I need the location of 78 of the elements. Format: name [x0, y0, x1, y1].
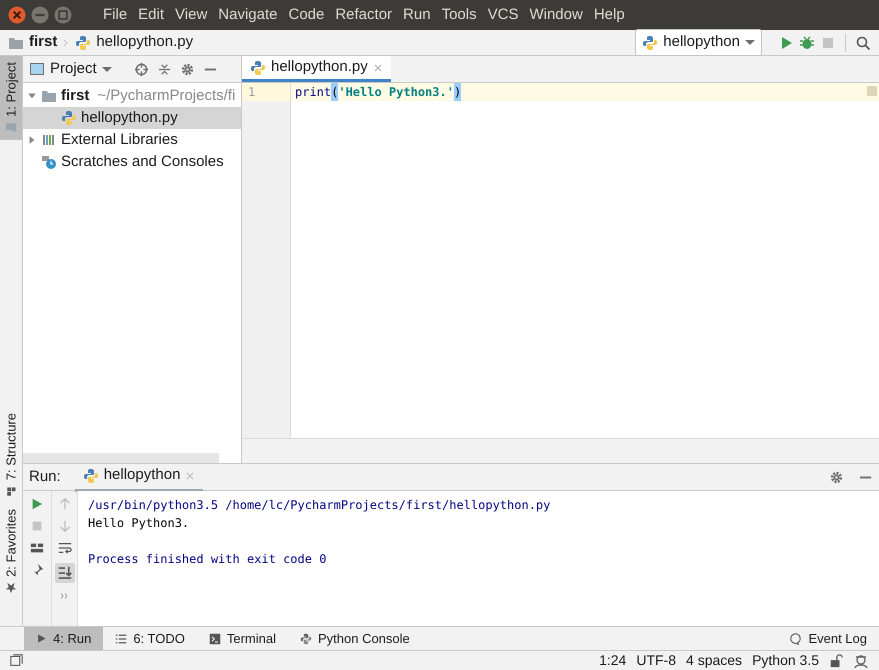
- status-item[interactable]: 1:24: [599, 650, 626, 670]
- panel-toggle-icon[interactable]: [10, 654, 23, 667]
- scratches-icon: [41, 154, 57, 170]
- settings-icon[interactable]: [180, 62, 195, 76]
- list-icon: [115, 632, 128, 644]
- menu-item[interactable]: Tools: [438, 4, 480, 26]
- menu-item[interactable]: Help: [590, 4, 628, 26]
- panel-icon: [29, 61, 45, 77]
- tree-item[interactable]: first ~/PycharmProjects/fi: [23, 85, 241, 107]
- panel-title: Run:: [29, 466, 61, 487]
- menu-item[interactable]: VCS: [484, 4, 522, 26]
- search-icon[interactable]: [855, 34, 871, 50]
- python-file-icon: [61, 110, 77, 126]
- python-icon: [82, 468, 99, 484]
- settings-icon[interactable]: [829, 470, 844, 484]
- python-icon: [642, 34, 658, 50]
- close-icon[interactable]: [372, 62, 383, 72]
- python-icon: [300, 632, 312, 644]
- inspection-marker[interactable]: [867, 86, 877, 96]
- star-icon: [5, 582, 17, 594]
- menu-item[interactable]: Navigate: [215, 4, 280, 26]
- more-icon[interactable]: [60, 591, 70, 601]
- path-hint: ~/PycharmProjects/fi: [97, 86, 236, 106]
- tool-window-button[interactable]: Python Console: [288, 627, 422, 650]
- collapsed-arrow-icon[interactable]: [27, 135, 37, 145]
- tool-window-button[interactable]: Terminal: [196, 627, 288, 650]
- inspector-icon[interactable]: [853, 652, 869, 668]
- tree-item[interactable]: hellopython.py: [23, 107, 241, 129]
- breadcrumb[interactable]: first: [29, 31, 58, 54]
- line-number: 1: [242, 83, 290, 101]
- python-file-icon: [250, 60, 266, 76]
- bug-icon[interactable]: [799, 34, 815, 50]
- menu-item[interactable]: Window: [526, 4, 586, 26]
- run-config-dropdown[interactable]: hellopython: [635, 29, 762, 56]
- menu-item[interactable]: Refactor: [332, 4, 396, 26]
- editor-tab[interactable]: hellopython.py: [242, 56, 391, 82]
- tree-item[interactable]: Scratches and Consoles: [23, 151, 241, 173]
- folder-icon: [5, 122, 17, 134]
- structure-icon: [5, 485, 17, 498]
- tool-window-button[interactable]: 4: Run: [24, 627, 104, 650]
- menu-item[interactable]: Code: [285, 4, 328, 26]
- close-button[interactable]: [8, 6, 26, 24]
- minimize-button[interactable]: [31, 6, 49, 24]
- speech-bubble-icon: [790, 632, 802, 644]
- play-icon[interactable]: [30, 497, 44, 511]
- tool-window-tab[interactable]: 1: Project: [0, 56, 22, 140]
- terminal-icon: [208, 632, 221, 644]
- tool-window-tab[interactable]: 7: Structure: [0, 406, 22, 504]
- menu-item[interactable]: Run: [400, 4, 434, 26]
- status-item[interactable]: Python 3.5: [752, 650, 819, 670]
- breadcrumb[interactable]: hellopython.py: [96, 31, 194, 54]
- play-icon: [36, 633, 47, 644]
- scrollbar-thumb[interactable]: [23, 453, 219, 463]
- scroll-to-end-icon[interactable]: [54, 563, 74, 583]
- soft-wrap-icon[interactable]: [58, 541, 72, 555]
- console-line: Process finished with exit code 0: [88, 551, 328, 568]
- lock-icon[interactable]: [829, 654, 843, 668]
- console-line: Hello Python3.: [88, 515, 190, 532]
- crosshair-icon[interactable]: [134, 62, 149, 76]
- status-item[interactable]: UTF-8: [636, 650, 676, 670]
- tool-window-button[interactable]: 6: TODO: [103, 627, 197, 650]
- layout-icon[interactable]: [30, 541, 44, 555]
- menu-item[interactable]: View: [172, 4, 210, 26]
- python-file-icon: [75, 34, 92, 50]
- expanded-arrow-icon[interactable]: [27, 91, 37, 101]
- collapse-icon[interactable]: [156, 62, 172, 76]
- console-line: /usr/bin/python3.5 /home/lc/PycharmProjects/first/hellopython.py: [88, 497, 552, 514]
- tree-item[interactable]: External Libraries: [23, 129, 241, 151]
- tool-window-tab[interactable]: 2: Favorites: [0, 503, 22, 600]
- menu-item[interactable]: Edit: [135, 4, 168, 26]
- menu-item[interactable]: File: [100, 4, 130, 26]
- caret-icon: [745, 40, 755, 45]
- status-item[interactable]: 4 spaces: [686, 650, 742, 670]
- caret-icon: [102, 66, 112, 72]
- event-log-button[interactable]: Event Log: [778, 627, 879, 650]
- maximize-button[interactable]: [54, 6, 72, 24]
- libraries-icon: [41, 132, 57, 148]
- folder-icon: [41, 88, 57, 104]
